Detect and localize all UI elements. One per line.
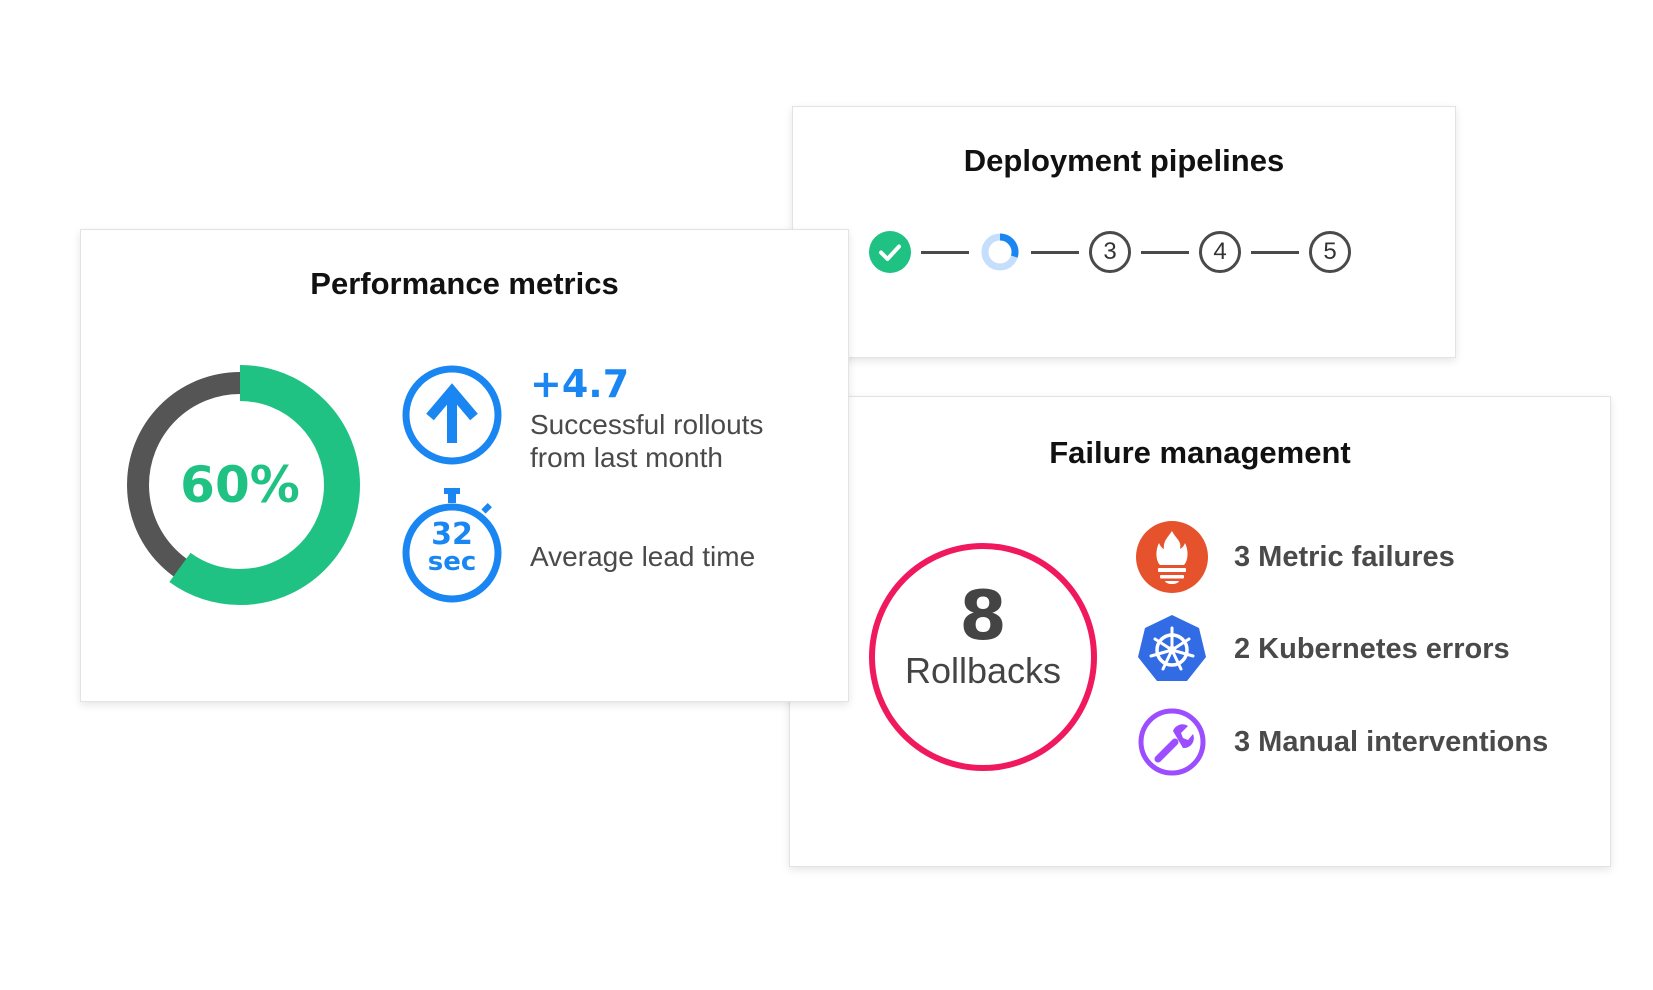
lead-time-number: 32	[431, 517, 473, 552]
rollouts-text-line1: Successful rollouts	[530, 409, 764, 440]
card-title: Failure management	[1049, 435, 1351, 470]
rollbacks-count: 8	[959, 577, 1007, 656]
check-icon	[879, 244, 901, 261]
pipeline-step-2[interactable]	[979, 231, 1021, 273]
deployment-pipelines-card: Deployment pipelines 3 4 5	[792, 106, 1456, 358]
performance-metrics-card: Performance metrics 60% +4.7 Successful …	[80, 229, 849, 702]
lead-time-unit: sec	[427, 547, 477, 577]
pipeline-steps: 3 4 5	[869, 231, 1351, 273]
card-title: Deployment pipelines	[963, 143, 1285, 178]
failure-item-manual[interactable]: 3 Manual interventions	[1136, 706, 1548, 778]
rollouts-description: Successful rollouts from last month	[530, 408, 830, 474]
card-title: Performance metrics	[310, 266, 619, 301]
failure-item-label: 3 Manual interventions	[1234, 725, 1549, 758]
failure-management-card: Failure management 8 Rollbacks 3 Metric …	[789, 396, 1611, 867]
pipeline-connector	[1251, 250, 1299, 254]
lead-time-label: Average lead time	[530, 541, 756, 572]
pipeline-connector	[921, 250, 969, 254]
rollbacks-label: Rollbacks	[904, 650, 1062, 691]
pipeline-connector	[1141, 250, 1189, 254]
wrench-icon	[1138, 708, 1206, 776]
pipeline-step-4[interactable]: 4	[1199, 231, 1241, 273]
rollouts-text-line2: from last month	[530, 442, 723, 473]
rollouts-value: +4.7	[530, 362, 630, 406]
pipeline-step-5[interactable]: 5	[1309, 231, 1351, 273]
arrow-up-icon	[402, 365, 502, 465]
pipeline-connector	[1031, 250, 1079, 254]
failure-item-label: 3 Metric failures	[1234, 540, 1455, 573]
kubernetes-icon	[1138, 615, 1206, 681]
pipeline-step-3[interactable]: 3	[1089, 231, 1131, 273]
percent-label: 60%	[180, 456, 300, 514]
failure-item-label: 2 Kubernetes errors	[1234, 632, 1510, 665]
pipeline-step-1[interactable]	[869, 231, 911, 273]
failure-item-metric[interactable]: 3 Metric failures	[1136, 521, 1455, 593]
progress-spinner-icon	[981, 233, 1019, 271]
failure-item-kubernetes[interactable]: 2 Kubernetes errors	[1136, 613, 1510, 685]
prometheus-icon	[1136, 521, 1208, 593]
